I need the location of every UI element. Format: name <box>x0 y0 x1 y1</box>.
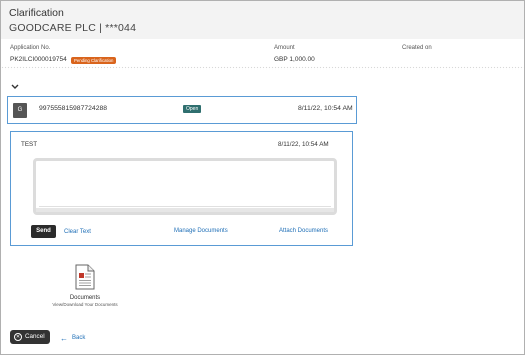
chevron-down-icon[interactable] <box>10 83 20 91</box>
created-on-label: Created on <box>402 45 432 51</box>
send-button[interactable]: Send <box>31 225 56 238</box>
page-subtitle: GOODCARE PLC | ***044 <box>9 22 137 34</box>
editor-bottom-bar <box>36 208 334 212</box>
message-editor[interactable] <box>33 158 337 215</box>
message-date: 8/11/22, 10:54 AM <box>298 105 353 112</box>
amount-label: Amount <box>274 45 295 51</box>
status-badge: Pending Clarification <box>71 57 117 64</box>
documents-subtitle: View/Download Your Documents <box>52 302 118 307</box>
application-no-label: Application No. <box>10 45 51 51</box>
message-id: 997555815987724288 <box>39 105 108 112</box>
back-arrow-icon[interactable]: ← <box>60 334 68 343</box>
amount-value: GBP 1,000.00 <box>274 56 315 63</box>
dotted-divider <box>1 66 524 70</box>
attach-documents-link[interactable]: Attach Documents <box>279 228 328 234</box>
page-title: Clarification <box>9 7 64 19</box>
compose-date: 8/11/22, 10:54 AM <box>278 141 329 148</box>
close-circle-icon: ✕ <box>14 333 22 341</box>
document-icon[interactable] <box>75 264 95 290</box>
manage-documents-link[interactable]: Manage Documents <box>174 228 228 234</box>
cancel-button[interactable]: ✕ Cancel <box>10 330 50 344</box>
documents-title[interactable]: Documents <box>0 295 170 301</box>
open-status-badge: Open <box>183 105 202 113</box>
clear-text-link[interactable]: Clear Text <box>64 229 91 235</box>
page-header: Clarification GOODCARE PLC | ***044 <box>1 1 524 39</box>
application-no-value: PK2ILCI000019754 <box>10 56 67 63</box>
application-info <box>1 39 524 70</box>
back-link[interactable]: Back <box>72 335 85 341</box>
compose-title: TEST <box>21 141 38 148</box>
avatar: G <box>13 103 27 118</box>
message-row[interactable]: G 997555815987724288 Open 8/11/22, 10:54… <box>7 96 357 124</box>
compose-panel: TEST 8/11/22, 10:54 AM Send Clear Text M… <box>10 131 353 246</box>
cancel-label: Cancel <box>25 333 45 340</box>
editor-line <box>39 206 331 207</box>
